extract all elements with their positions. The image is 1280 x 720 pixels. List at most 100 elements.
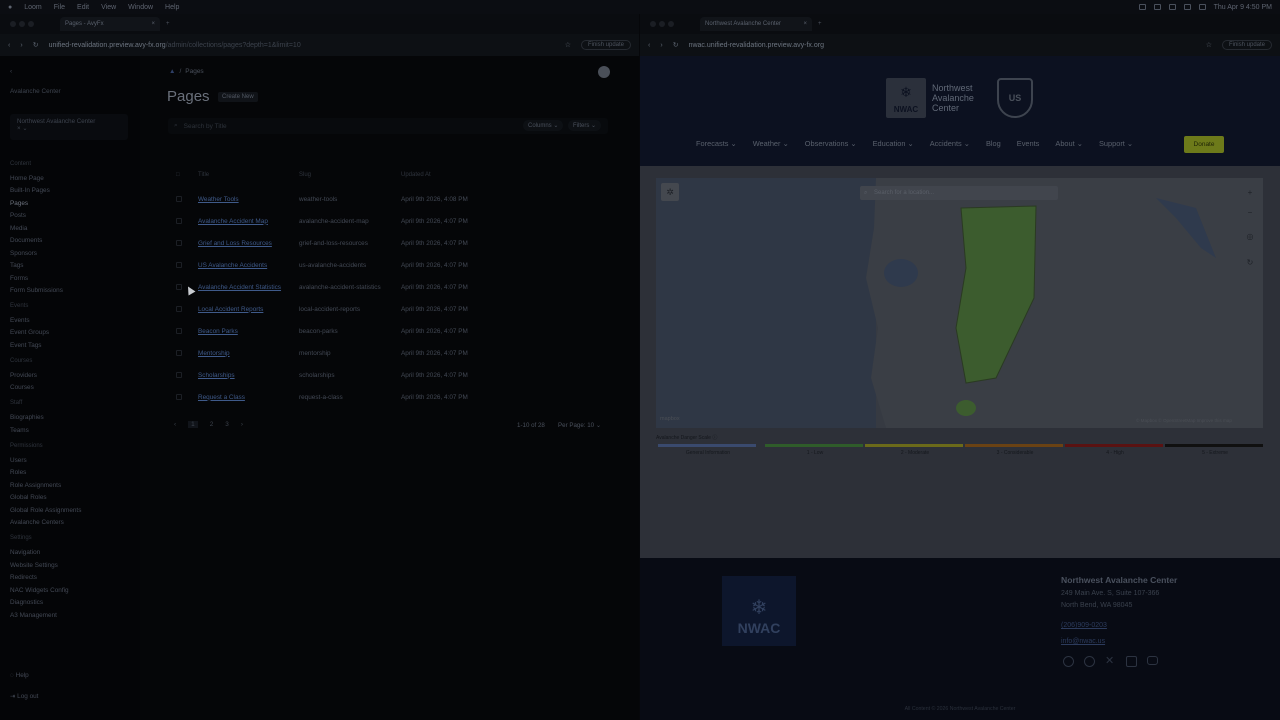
forward-icon[interactable]: › bbox=[660, 42, 662, 49]
row-checkbox[interactable] bbox=[176, 394, 182, 400]
row-title-link[interactable]: Mentorship bbox=[198, 350, 299, 357]
row-checkbox[interactable] bbox=[176, 196, 182, 202]
row-title-link[interactable]: Request a Class bbox=[198, 394, 299, 401]
map-attribution[interactable]: © Mapbox © OpenStreetMap Improve this ma… bbox=[1136, 418, 1232, 423]
sidebar-item[interactable]: Forms bbox=[10, 275, 28, 282]
status-icon[interactable] bbox=[1138, 4, 1146, 10]
page-1[interactable]: 1 bbox=[188, 421, 198, 428]
finish-update-button[interactable]: Finish update bbox=[580, 40, 631, 50]
nav-item[interactable]: About ⌄ bbox=[1055, 139, 1083, 148]
nav-item[interactable]: Observations ⌄ bbox=[805, 139, 857, 148]
bookmark-star-icon[interactable]: ☆ bbox=[1206, 41, 1212, 49]
nav-item[interactable]: Blog bbox=[986, 139, 1001, 148]
map-search-input[interactable]: ⌕ Search for a location... bbox=[860, 186, 1058, 200]
bookmark-star-icon[interactable]: ☆ bbox=[565, 41, 571, 49]
sidebar-item[interactable]: Diagnostics bbox=[10, 599, 43, 606]
nav-item[interactable]: Education ⌄ bbox=[873, 139, 914, 148]
logo-text[interactable]: Northwest Avalanche Center bbox=[932, 83, 974, 113]
breadcrumb-pages[interactable]: Pages bbox=[185, 68, 203, 75]
table-row[interactable]: US Avalanche Accidents us-avalanche-accid… bbox=[168, 254, 480, 276]
close-window-button[interactable] bbox=[10, 21, 16, 27]
instagram-icon[interactable] bbox=[1063, 656, 1074, 667]
sidebar-item[interactable]: Event Groups bbox=[10, 329, 49, 336]
page-2[interactable]: 2 bbox=[210, 421, 214, 428]
menu-view[interactable]: View bbox=[101, 4, 116, 11]
row-checkbox[interactable] bbox=[176, 328, 182, 334]
table-row[interactable]: Scholarships scholarships April 9th 2026, … bbox=[168, 364, 480, 386]
row-checkbox[interactable] bbox=[176, 240, 182, 246]
close-icon[interactable]: × bbox=[151, 21, 155, 27]
sidebar-item[interactable]: Roles bbox=[10, 469, 26, 476]
sidebar-item[interactable]: Avalanche Centers bbox=[10, 519, 64, 526]
table-row[interactable]: Avalanche Accident Statistics avalanche-a… bbox=[168, 276, 480, 298]
linkedin-icon[interactable] bbox=[1126, 656, 1137, 667]
tenant-selector[interactable]: Northwest Avalanche Center × ⌄ bbox=[10, 114, 128, 140]
row-title-link[interactable]: Avalanche Accident Map bbox=[198, 218, 299, 225]
sidebar-item[interactable]: Form Submissions bbox=[10, 287, 63, 294]
home-icon[interactable]: ▲ bbox=[169, 68, 175, 75]
menu-edit[interactable]: Edit bbox=[77, 4, 89, 11]
locate-icon[interactable]: ◎ bbox=[1244, 230, 1256, 242]
table-row[interactable]: Local Accident Reports local-accident-rep… bbox=[168, 298, 480, 320]
row-checkbox[interactable] bbox=[176, 284, 182, 290]
column-header-slug[interactable]: Slug bbox=[299, 172, 311, 178]
help-link[interactable]: ◌ Help bbox=[10, 672, 29, 679]
column-header-updated[interactable]: Updated At bbox=[401, 172, 431, 178]
apple-icon[interactable]: ● bbox=[8, 4, 12, 11]
browser-tab-pages[interactable]: Pages - AvyFx × bbox=[60, 17, 160, 31]
close-icon[interactable]: × bbox=[803, 21, 807, 27]
column-header-title[interactable]: Title bbox=[198, 172, 209, 178]
row-title-link[interactable]: Grief and Loss Resources bbox=[198, 240, 299, 247]
footer-email-link[interactable]: info@nwac.us bbox=[1061, 636, 1177, 648]
row-title-link[interactable]: Weather Tools bbox=[198, 196, 299, 203]
row-checkbox[interactable] bbox=[176, 262, 182, 268]
page-3[interactable]: 3 bbox=[225, 421, 229, 428]
forward-icon[interactable]: › bbox=[20, 42, 22, 49]
nav-item[interactable]: Accidents ⌄ bbox=[930, 139, 970, 148]
finish-update-button[interactable]: Finish update bbox=[1221, 40, 1272, 50]
zoom-window-button[interactable] bbox=[28, 21, 34, 27]
nav-item[interactable]: Forecasts ⌄ bbox=[696, 139, 737, 148]
menu-help[interactable]: Help bbox=[165, 4, 179, 11]
mapbox-logo[interactable]: mapbox bbox=[660, 416, 680, 422]
back-icon[interactable]: ‹ bbox=[8, 42, 10, 49]
sidebar-item[interactable]: Home Page bbox=[10, 175, 44, 182]
back-icon[interactable]: ‹ bbox=[648, 42, 650, 49]
row-checkbox[interactable] bbox=[176, 306, 182, 312]
nav-item[interactable]: Support ⌄ bbox=[1099, 139, 1133, 148]
donate-button[interactable]: Donate bbox=[1184, 136, 1224, 153]
facebook-icon[interactable] bbox=[1084, 656, 1095, 667]
table-row[interactable]: Mentorship mentorship April 9th 2026, 4:07… bbox=[168, 342, 480, 364]
map-layers-button[interactable]: ✲ bbox=[661, 183, 679, 201]
info-icon[interactable]: ⓘ bbox=[712, 435, 717, 441]
zoom-out-button[interactable]: − bbox=[1244, 206, 1256, 218]
sidebar-item[interactable]: Redirects bbox=[10, 574, 37, 581]
sidebar-item[interactable]: Pages bbox=[10, 200, 28, 207]
table-row[interactable]: Grief and Loss Resources grief-and-loss-r… bbox=[168, 232, 480, 254]
url-field[interactable]: unified-revalidation.preview.avy-fx.org/… bbox=[49, 42, 555, 49]
sidebar-item[interactable]: Sponsors bbox=[10, 250, 37, 257]
create-new-button[interactable]: Create New bbox=[218, 92, 258, 102]
columns-button[interactable]: Columns ⌄ bbox=[523, 120, 564, 131]
minimize-window-button[interactable] bbox=[659, 21, 665, 27]
table-row[interactable]: Avalanche Accident Map avalanche-accident… bbox=[168, 210, 480, 232]
filters-button[interactable]: Filters ⌄ bbox=[568, 120, 602, 131]
table-row[interactable]: Beacon Parks beacon-parks April 9th 2026, … bbox=[168, 320, 480, 342]
new-tab-button[interactable]: + bbox=[166, 21, 170, 27]
x-twitter-icon[interactable]: ✕ bbox=[1105, 656, 1116, 667]
forecast-map[interactable]: ⌕ Search for a location... ✲ + − ◎ ↻ mapb… bbox=[656, 178, 1263, 428]
sidebar-item[interactable]: Posts bbox=[10, 212, 26, 219]
sidebar-item[interactable]: Documents bbox=[10, 237, 42, 244]
youtube-icon[interactable] bbox=[1147, 656, 1158, 665]
row-title-link[interactable]: Avalanche Accident Statistics bbox=[198, 284, 299, 291]
select-all-checkbox[interactable]: □ bbox=[176, 172, 180, 178]
sidebar-item[interactable]: Website Settings bbox=[10, 562, 58, 569]
sidebar-item[interactable]: Media bbox=[10, 225, 27, 232]
row-title-link[interactable]: Beacon Parks bbox=[198, 328, 299, 335]
sidebar-item[interactable]: Built-In Pages bbox=[10, 187, 50, 194]
footer-phone-link[interactable]: (206)909-0203 bbox=[1061, 620, 1177, 632]
clear-icon[interactable]: × ⌄ bbox=[17, 125, 28, 132]
browser-tab-nwac[interactable]: Northwest Avalanche Center × bbox=[700, 17, 812, 31]
sidebar-item[interactable]: Event Tags bbox=[10, 342, 42, 349]
menubar-clock[interactable]: Thu Apr 9 4:50 PM bbox=[1214, 4, 1272, 11]
